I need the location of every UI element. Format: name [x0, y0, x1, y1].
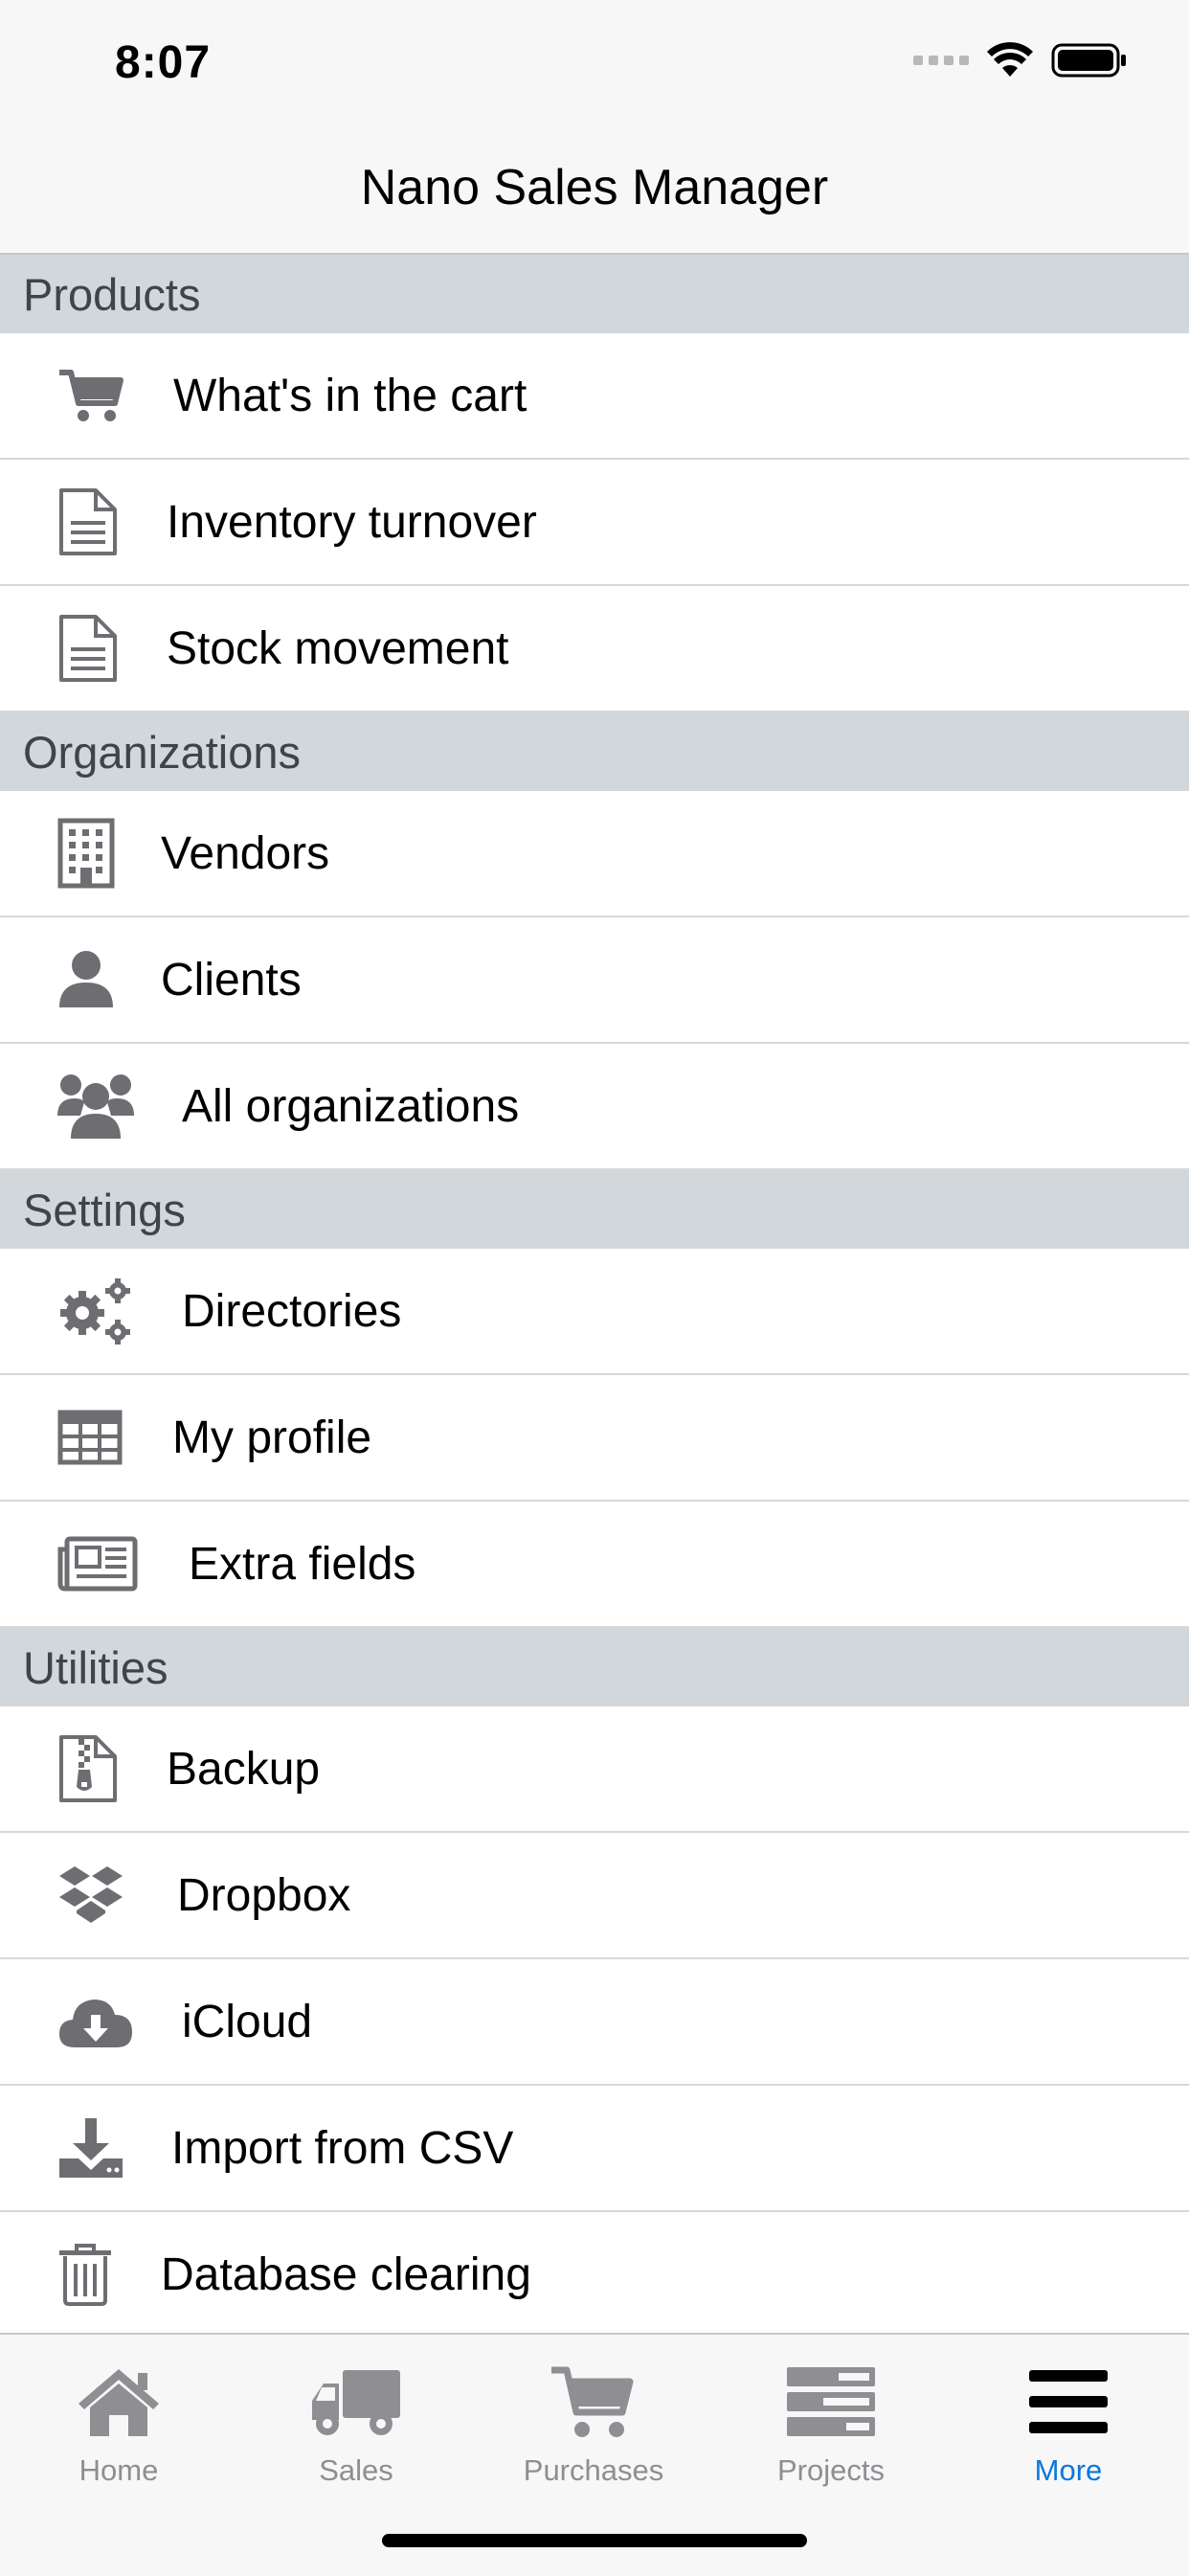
tab-more[interactable]: More	[950, 2354, 1187, 2488]
section-header-label: Settings	[23, 1184, 186, 1235]
menu-item-backup[interactable]: Backup	[0, 1706, 1189, 1833]
menu-item-label: Dropbox	[177, 1870, 351, 1921]
table-icon	[57, 1404, 138, 1471]
truck-icon	[237, 2354, 475, 2450]
tab-label: Purchases	[523, 2453, 664, 2487]
menu-item-all-organizations[interactable]: All organizations	[0, 1044, 1189, 1170]
download-tray-icon	[57, 2114, 138, 2181]
menu-item-label: Stock movement	[167, 623, 509, 674]
tab-purchases[interactable]: Purchases	[475, 2354, 712, 2488]
menu-item-stock-movement[interactable]: Stock movement	[0, 586, 1189, 712]
tab-label: Sales	[319, 2453, 393, 2487]
menu-item-label: My profile	[172, 1412, 372, 1463]
menu-item-my-profile[interactable]: My profile	[0, 1375, 1189, 1502]
menu-item-inventory-turnover[interactable]: Inventory turnover	[0, 460, 1189, 586]
section-header-label: Organizations	[23, 726, 301, 778]
dropbox-icon	[57, 1862, 138, 1929]
trash-icon	[57, 2241, 138, 2308]
home-icon	[0, 2354, 237, 2450]
menu-list: Products What's in the cart Inventory tu…	[0, 255, 1189, 2339]
menu-item-directories[interactable]: Directories	[0, 1249, 1189, 1375]
menu-item-icloud[interactable]: iCloud	[0, 1959, 1189, 2086]
document-icon	[57, 615, 138, 682]
tab-label: Projects	[777, 2453, 885, 2487]
status-bar: 8:07	[0, 0, 1189, 126]
menu-item-cart[interactable]: What's in the cart	[0, 333, 1189, 460]
status-icons	[913, 42, 1128, 79]
section-header-organizations: Organizations	[0, 712, 1189, 791]
server-stack-icon	[712, 2354, 950, 2450]
section-header-utilities: Utilities	[0, 1628, 1189, 1706]
tab-sales[interactable]: Sales	[237, 2354, 475, 2488]
menu-item-dropbox[interactable]: Dropbox	[0, 1833, 1189, 1959]
zip-file-icon	[57, 1735, 138, 1802]
menu-item-label: Backup	[167, 1744, 321, 1795]
tab-home[interactable]: Home	[0, 2354, 237, 2488]
navigation-bar: Nano Sales Manager	[0, 126, 1189, 255]
users-group-icon	[57, 1073, 138, 1140]
cart-icon	[57, 362, 138, 429]
cloud-download-icon	[57, 1988, 138, 2055]
tab-label: Home	[79, 2453, 159, 2487]
menu-item-label: All organizations	[182, 1081, 520, 1132]
menu-item-label: Import from CSV	[171, 2123, 514, 2174]
menu-item-label: What's in the cart	[173, 371, 527, 421]
section-header-label: Utilities	[23, 1641, 168, 1693]
cart-icon	[475, 2354, 712, 2450]
page-title: Nano Sales Manager	[360, 160, 829, 215]
cellular-signal-icon	[913, 56, 969, 65]
menu-item-extra-fields[interactable]: Extra fields	[0, 1502, 1189, 1628]
status-time: 8:07	[115, 37, 212, 88]
home-indicator[interactable]	[382, 2534, 807, 2547]
wifi-icon	[987, 42, 1033, 77]
menu-item-clients[interactable]: Clients	[0, 917, 1189, 1044]
menu-item-database-clearing[interactable]: Database clearing	[0, 2212, 1189, 2339]
menu-item-vendors[interactable]: Vendors	[0, 791, 1189, 917]
menu-item-label: iCloud	[182, 1997, 313, 2047]
newspaper-icon	[57, 1530, 138, 1597]
document-icon	[57, 488, 138, 555]
menu-item-label: Database clearing	[161, 2249, 531, 2300]
user-icon	[57, 946, 138, 1013]
menu-item-label: Clients	[161, 955, 302, 1006]
menu-item-import-csv[interactable]: Import from CSV	[0, 2086, 1189, 2212]
section-header-settings: Settings	[0, 1170, 1189, 1249]
section-header-label: Products	[23, 268, 201, 320]
gears-icon	[57, 1277, 138, 1344]
tab-projects[interactable]: Projects	[712, 2354, 950, 2488]
menu-item-label: Extra fields	[189, 1539, 416, 1590]
menu-item-label: Directories	[182, 1286, 402, 1337]
building-icon	[57, 818, 138, 889]
section-header-products: Products	[0, 255, 1189, 333]
battery-icon	[1051, 43, 1126, 78]
menu-item-label: Vendors	[161, 828, 330, 879]
hamburger-menu-icon	[950, 2354, 1187, 2450]
menu-item-label: Inventory turnover	[167, 497, 537, 548]
tab-label: More	[1034, 2453, 1103, 2487]
